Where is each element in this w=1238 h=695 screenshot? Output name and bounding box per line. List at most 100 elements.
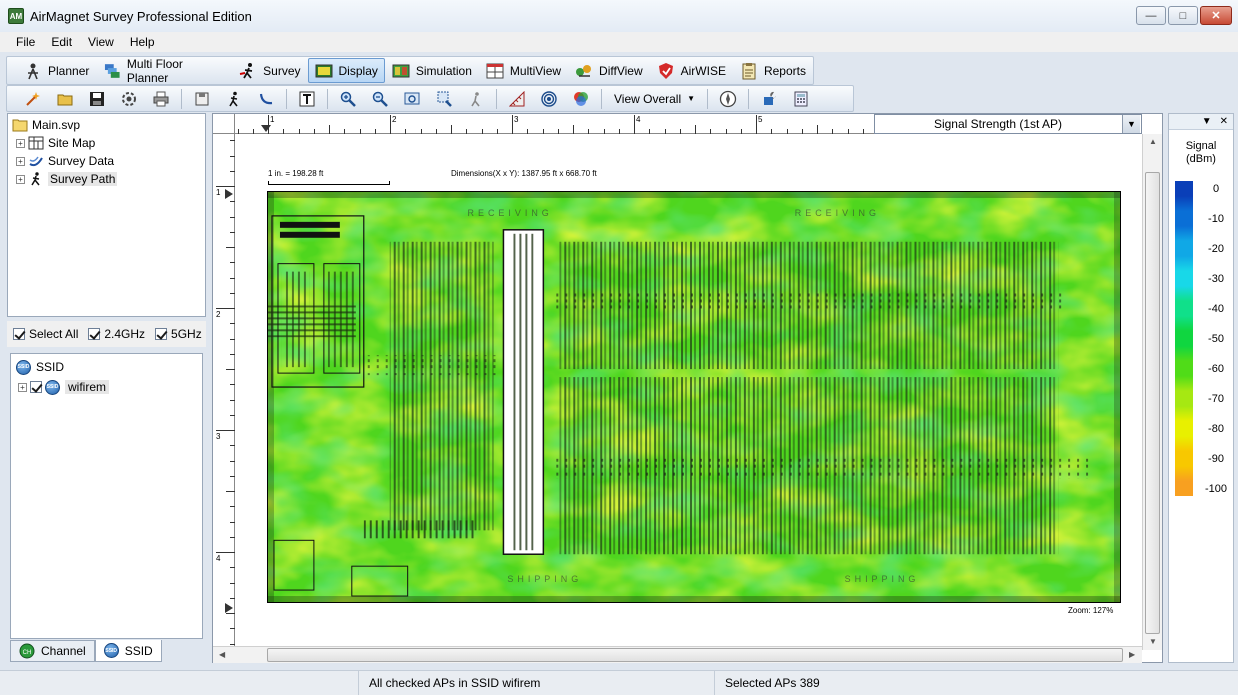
legend-close-icon[interactable]: ✕ [1220, 116, 1228, 127]
scroll-down-icon[interactable]: ▼ [1149, 637, 1157, 646]
select-all-checkbox[interactable]: Select All [13, 327, 78, 341]
scroll-left-icon[interactable]: ◀ [219, 650, 225, 659]
legend-swatch-blend [1175, 376, 1193, 391]
walker-button[interactable] [223, 88, 245, 110]
zoom-in-icon [340, 91, 356, 107]
ruler-tick [230, 628, 235, 630]
ruler-tick [230, 475, 235, 477]
ruler-tick [801, 129, 803, 134]
toolbar-separator [286, 88, 287, 109]
horizontal-scrollbar[interactable]: ◀ ▶ [213, 646, 1142, 663]
ruler-marker[interactable] [225, 603, 233, 613]
legend-swatch-blend [1175, 436, 1193, 451]
legend-menu-icon[interactable]: ▼ [1202, 116, 1212, 127]
band-24-checkbox[interactable]: 2.4GHz [88, 327, 145, 341]
mode-multiview-label: MultiView [509, 63, 562, 78]
ruler-tick [226, 247, 235, 248]
maximize-button[interactable]: □ [1168, 6, 1198, 25]
ssid-root[interactable]: SSID SSID [16, 358, 202, 376]
tree-item-site-map[interactable]: + Site Map [16, 134, 205, 152]
menu-view[interactable]: View [80, 35, 122, 49]
expand-icon[interactable]: + [16, 138, 25, 148]
window-controls: — □ ✕ [1136, 6, 1232, 25]
wrench-button[interactable] [758, 88, 780, 110]
ruler-marker[interactable] [261, 125, 271, 132]
horizontal-scroll-thumb[interactable] [267, 648, 1123, 662]
print-button[interactable] [150, 88, 172, 110]
view-overall-dropdown[interactable]: View Overall ▼ [606, 92, 703, 106]
tab-ssid[interactable]: SSID SSID [94, 640, 162, 662]
scroll-right-icon[interactable]: ▶ [1129, 650, 1135, 659]
zoom-region-button[interactable] [433, 88, 455, 110]
close-button[interactable]: ✕ [1200, 6, 1232, 25]
color-wheel-button[interactable] [570, 88, 592, 110]
text-icon [299, 91, 315, 106]
settings-button[interactable] [118, 88, 140, 110]
target-button[interactable] [538, 88, 560, 110]
channel-icon: CH [19, 643, 35, 659]
layer-dropdown-button[interactable]: ▼ [1122, 115, 1140, 133]
expand-icon[interactable]: + [16, 174, 25, 184]
floppy-button[interactable] [191, 88, 213, 110]
mode-display-button[interactable]: Display [307, 58, 385, 83]
band-5-checkbox[interactable]: 5GHz [155, 327, 202, 341]
zoom-out-icon [372, 91, 388, 107]
tree-item-survey-data[interactable]: + Survey Data [16, 152, 205, 170]
save-button[interactable] [86, 88, 108, 110]
status-right: Selected APs 389 [714, 671, 1238, 695]
ssid-item-wifirem[interactable]: + SSID wifirem [18, 378, 202, 396]
wand-icon [26, 91, 40, 106]
wand-button[interactable] [22, 88, 44, 110]
calculator-button[interactable] [790, 88, 812, 110]
mode-diffview-button[interactable]: DiffView [568, 58, 650, 83]
floorplan-receiving-label-1: RECEIVING [468, 208, 553, 218]
compass-button[interactable] [717, 88, 739, 110]
scroll-up-icon[interactable]: ▲ [1149, 137, 1157, 146]
tab-channel[interactable]: CH Channel [10, 640, 95, 662]
mode-planner-button[interactable]: Planner [17, 58, 96, 83]
zoom-in-button[interactable] [337, 88, 359, 110]
menu-file[interactable]: File [8, 35, 43, 49]
minimize-button[interactable]: — [1136, 6, 1166, 25]
legend-row: -70 [1175, 391, 1224, 421]
ruler-tick [862, 129, 864, 134]
text-button[interactable] [296, 88, 318, 110]
band-24-label: 2.4GHz [104, 327, 146, 341]
tree-item-survey-path[interactable]: + Survey Path [16, 170, 205, 188]
menu-bar: File Edit View Help [0, 32, 1238, 52]
mode-reports-button[interactable]: Reports [733, 58, 813, 83]
expand-icon[interactable]: + [16, 156, 25, 166]
mode-airwise-button[interactable]: AirWISE [650, 58, 733, 83]
legend-label: -90 [1208, 452, 1224, 465]
legend-swatch [1175, 391, 1193, 406]
mode-simulation-button[interactable]: Simulation [385, 58, 479, 83]
vertical-scrollbar[interactable]: ▲ ▼ [1142, 134, 1162, 650]
mode-multiview-button[interactable]: MultiView [479, 58, 568, 83]
ruler-tick [230, 292, 235, 294]
ruler-button[interactable] [506, 88, 528, 110]
mode-survey-button[interactable]: Survey [232, 58, 307, 83]
ruler-tick [230, 262, 235, 264]
ruler-tick [771, 129, 773, 134]
ruler-tick [230, 323, 235, 325]
menu-help[interactable]: Help [122, 35, 163, 49]
menu-edit[interactable]: Edit [43, 35, 80, 49]
ruler-corner [213, 114, 235, 134]
ssid-checkbox[interactable] [30, 381, 42, 393]
survey-path-button[interactable] [465, 88, 487, 110]
signal-heatmap[interactable]: RECEIVING RECEIVING SHIPPING SHIPPING [267, 191, 1121, 603]
zoom-fit-button[interactable] [401, 88, 423, 110]
layer-select[interactable]: Signal Strength (1st AP) [874, 114, 1142, 134]
mode-multi-floor-button[interactable]: Multi Floor Planner [96, 56, 232, 85]
path-button[interactable] [255, 88, 277, 110]
tree-root[interactable]: Main.svp [12, 116, 205, 134]
expand-icon[interactable]: + [18, 382, 27, 392]
wrench-icon [764, 91, 777, 105]
ruler-marker[interactable] [225, 189, 233, 199]
mode-multi-floor-label: Multi Floor Planner [126, 56, 183, 85]
floorplan-shipping-label-2: SHIPPING [845, 574, 920, 584]
zoom-out-button[interactable] [369, 88, 391, 110]
tools-toolbar: View Overall ▼ [6, 85, 854, 112]
open-button[interactable] [54, 88, 76, 110]
vertical-scroll-thumb[interactable] [1145, 172, 1160, 634]
